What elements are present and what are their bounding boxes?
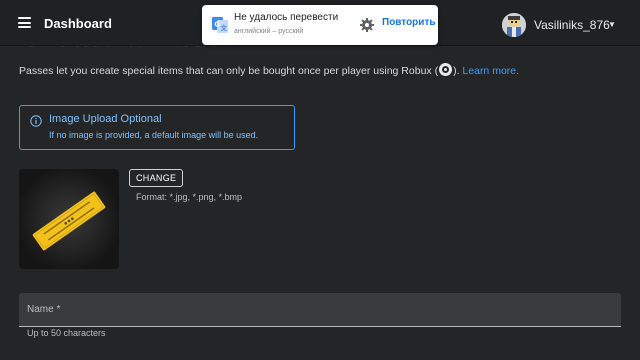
- svg-text:文: 文: [220, 23, 228, 32]
- info-box-text: If no image is provided, a default image…: [49, 130, 259, 140]
- name-field[interactable]: Name *: [19, 293, 621, 327]
- svg-text:G: G: [214, 21, 220, 29]
- description-text: Passes let you create special items that…: [19, 65, 439, 77]
- google-translate-icon: G 文: [212, 17, 228, 33]
- translate-languages: английский – русский: [234, 28, 304, 35]
- name-field-hint: Up to 50 characters: [27, 328, 106, 338]
- translate-popup: G 文 Не удалось перевести английский – ру…: [202, 5, 438, 45]
- hamburger-menu-icon[interactable]: [18, 17, 31, 28]
- pass-creation-page: Create a Pass Dashboard Vasiliniks_876 ▼: [0, 0, 640, 360]
- retry-translate-button[interactable]: Повторить: [382, 17, 436, 28]
- description-text-end: ).: [453, 65, 460, 77]
- ticket-icon: [32, 191, 106, 251]
- username[interactable]: Vasiliniks_876: [534, 18, 610, 32]
- change-image-button[interactable]: CHANGE: [129, 169, 184, 187]
- robux-icon: [439, 63, 453, 76]
- caret-down-icon[interactable]: ▼: [608, 20, 616, 29]
- learn-more-link[interactable]: Learn more.: [462, 65, 519, 77]
- description: Passes let you create special items that…: [19, 63, 519, 77]
- gear-icon[interactable]: [359, 17, 375, 33]
- translate-error-title: Не удалось перевести: [234, 12, 339, 23]
- name-input[interactable]: [19, 293, 621, 326]
- info-box-title: Image Upload Optional: [49, 113, 162, 125]
- pass-image-preview: [19, 169, 119, 269]
- image-upload-info-box: Image Upload Optional If no image is pro…: [19, 105, 295, 150]
- image-format-hint: Format: *.jpg, *.png, *.bmp: [136, 192, 243, 202]
- info-icon: [30, 114, 42, 127]
- dashboard-title[interactable]: Dashboard: [44, 16, 112, 31]
- user-avatar[interactable]: [502, 13, 526, 37]
